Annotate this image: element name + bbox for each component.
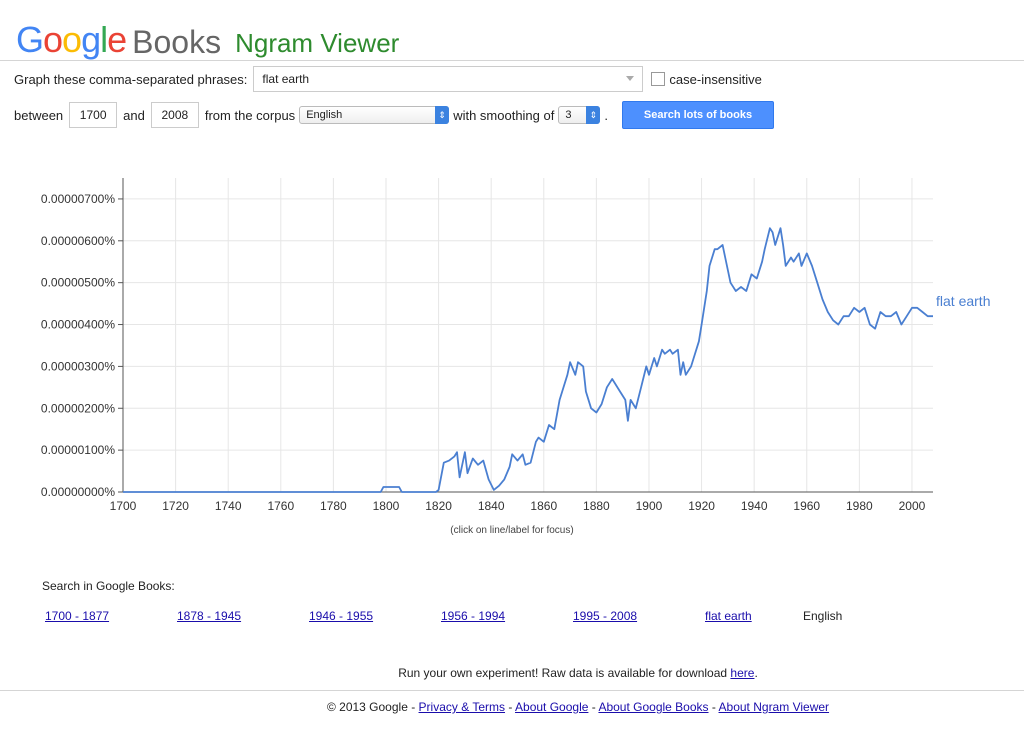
series-line-flat-earth[interactable] [123,227,933,493]
x-tick-label: 1940 [741,499,768,513]
smoothing-select[interactable]: 3 ⇕ [558,106,601,124]
end-year-value: 2008 [161,108,189,122]
raw-data-period: . [754,666,758,680]
privacy-terms-link[interactable]: Privacy & Terms [419,700,505,714]
x-tick-label: 1700 [110,499,137,513]
corpus-select[interactable]: English ⇕ [299,106,450,124]
raw-data-text: Run your own experiment! Raw data is ava… [398,666,728,680]
books-range-link[interactable]: 1956 - 1994 [441,609,505,623]
x-tick-label: 1960 [793,499,820,513]
y-tick-label: 0.00000300% [41,359,115,373]
books-range-link[interactable]: 1700 - 1877 [45,609,109,623]
y-tick-label: 0.00000200% [41,401,115,415]
smoothing-period: . [604,107,608,123]
y-tick-label: 0.00000500% [41,276,115,290]
y-tick-label: 0.00000000% [41,485,115,499]
logo-letter: e [107,19,127,60]
x-tick-label: 1740 [215,499,242,513]
start-year-input[interactable]: 1700 [69,102,118,128]
footer-separator: - [708,700,719,714]
x-tick-label: 1860 [530,499,557,513]
x-tick-label: 1780 [320,499,347,513]
query-options-row: between 1700 and 2008 from the corpus En… [14,101,774,129]
ngram-chart[interactable]: 1700 1720 1740 1760 1780 1800 1820 1840 1860 1880… [0,160,1024,520]
books-corpus-label: English [803,609,843,623]
search-in-books-label: Search in Google Books: [42,579,175,593]
x-tick-label: 1720 [162,499,189,513]
header: Google Books Ngram Viewer [16,10,400,60]
books-phrase-link[interactable]: flat earth [705,609,752,623]
raw-data-line: Run your own experiment! Raw data is ava… [0,666,1024,680]
about-ngram-viewer-link[interactable]: About Ngram Viewer [719,700,830,714]
logo-letter: o [43,19,63,60]
x-tick-label: 1880 [583,499,610,513]
x-tick-label: 1760 [267,499,294,513]
smoothing-label: with smoothing of [453,107,555,123]
phrases-row: Graph these comma-separated phrases: fla… [14,66,762,92]
y-tick-label: 0.00000100% [41,443,115,457]
footer-separator: - [588,700,599,714]
about-google-books-link[interactable]: About Google Books [598,700,708,714]
x-tick-label: 1820 [425,499,452,513]
footer-separator: - [407,700,419,714]
books-logo-text[interactable]: Books [132,26,221,58]
chart-hint: (click on line/label for focus) [450,525,574,536]
logo-letter: G [16,19,44,60]
x-tick-label: 1920 [688,499,715,513]
logo-letter: g [81,19,101,60]
case-insensitive-option[interactable]: case-insensitive [651,72,762,87]
footer-divider [0,690,1024,691]
start-year-value: 1700 [79,108,107,122]
y-tick-label: 0.00000600% [41,234,115,248]
and-label: and [123,107,145,123]
dropdown-arrow-icon[interactable] [626,76,635,81]
end-year-input[interactable]: 2008 [150,102,199,128]
google-logo[interactable]: Google [16,19,127,60]
corpus-label: from the corpus [204,107,296,123]
y-tick-label: 0.00000700% [41,192,115,206]
books-range-link[interactable]: 1995 - 2008 [573,609,637,623]
copyright: © 2013 Google [326,700,408,714]
phrases-input[interactable]: flat earth [253,66,644,92]
y-tick-label: 0.00000400% [41,318,115,332]
x-tick-label: 1900 [636,499,663,513]
corpus-select-value: English [306,109,343,121]
phrases-input-value: flat earth [262,72,310,86]
footer: © 2013 Google - Privacy & Terms - About … [0,700,1024,714]
books-range-link[interactable]: 1878 - 1945 [177,609,241,623]
about-google-link[interactable]: About Google [515,700,588,714]
header-divider [0,60,1024,61]
logo-letter: o [62,19,82,60]
between-label: between [14,107,64,123]
series-label-flat-earth[interactable]: flat earth [936,293,990,309]
select-arrows-icon: ⇕ [586,106,601,124]
smoothing-select-value: 3 [565,109,572,121]
books-range-link[interactable]: 1946 - 1955 [309,609,373,623]
case-insensitive-label: case-insensitive [669,71,762,87]
raw-data-link[interactable]: here [730,666,754,680]
x-tick-label: 1980 [846,499,873,513]
search-button[interactable]: Search lots of books [621,101,774,129]
x-tick-label: 2000 [899,499,926,513]
x-tick-label: 1800 [373,499,400,513]
x-tick-label: 1840 [478,499,505,513]
select-arrows-icon: ⇕ [435,106,450,124]
phrases-label: Graph these comma-separated phrases: [14,71,248,87]
footer-separator: - [505,700,516,714]
page-title: Ngram Viewer [235,28,400,58]
case-insensitive-checkbox[interactable] [651,72,666,86]
